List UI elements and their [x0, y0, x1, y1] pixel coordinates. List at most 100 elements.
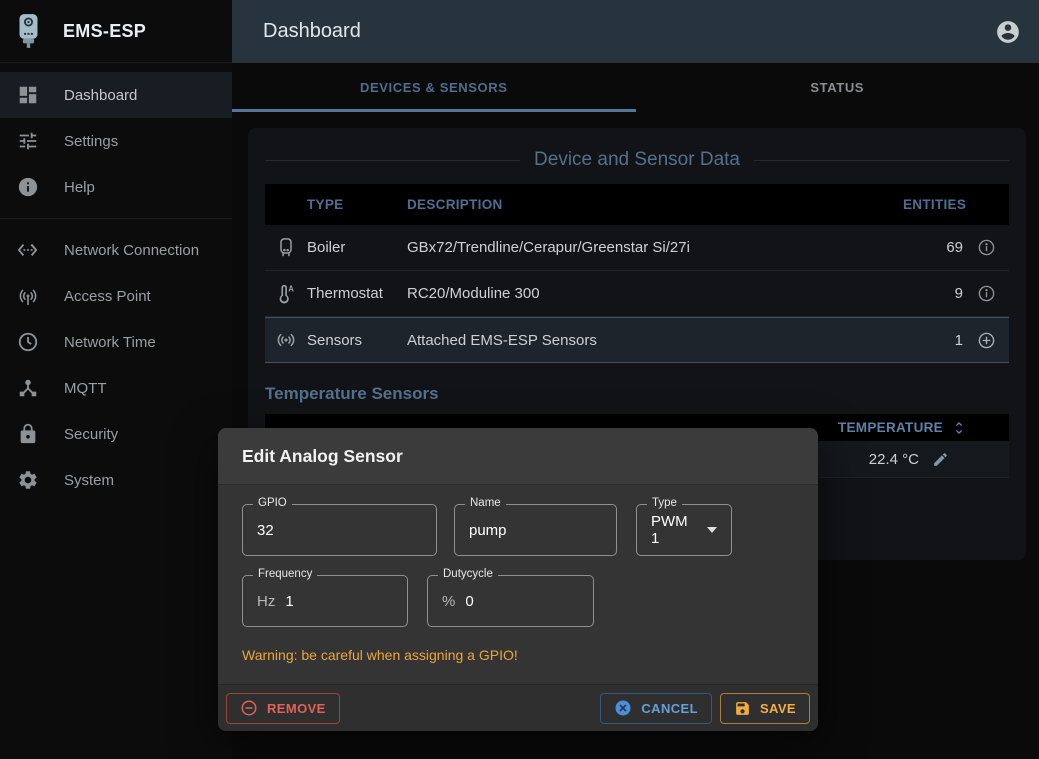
table-row-sensors[interactable]: Sensors Attached EMS-ESP Sensors 1: [265, 317, 1009, 363]
temperature-sensors-title: Temperature Sensors: [265, 384, 1009, 404]
remove-button-label: REMOVE: [267, 701, 326, 716]
device-type: Sensors: [307, 332, 407, 349]
sidebar-item-system[interactable]: System: [0, 457, 232, 503]
sidebar-item-label: Network Connection: [64, 242, 199, 259]
frequency-unit-prefix: Hz: [257, 593, 275, 610]
section-title: Device and Sensor Data: [534, 149, 740, 171]
table-row-boiler[interactable]: Boiler GBx72/Trendline/Cerapur/Greenstar…: [265, 225, 1009, 271]
sidebar-item-label: Settings: [64, 133, 118, 150]
sidebar-item-network-time[interactable]: Network Time: [0, 319, 232, 365]
tab-label: DEVICES & SENSORS: [360, 80, 507, 95]
col-description-header: DESCRIPTION: [407, 197, 903, 212]
frequency-field-label: Frequency: [253, 568, 317, 580]
wifi-tethering-icon: [16, 284, 40, 308]
boiler-logo-icon: [15, 13, 42, 49]
sidebar-item-dashboard[interactable]: Dashboard: [0, 72, 232, 118]
sidebar: EMS-ESP Dashboard Settings Help Networ: [0, 0, 232, 759]
sidebar-item-network-connection[interactable]: Network Connection: [0, 227, 232, 273]
info-circle-icon[interactable]: [963, 284, 1009, 303]
remove-button[interactable]: REMOVE: [226, 693, 340, 724]
col-entities-header: ENTITIES: [903, 197, 963, 212]
tab-bar: DEVICES & SENSORS STATUS: [232, 63, 1039, 112]
pencil-icon[interactable]: [932, 451, 949, 468]
tune-icon: [16, 129, 40, 153]
sidebar-item-security[interactable]: Security: [0, 411, 232, 457]
field-row: GPIO 32 Name pump Type PWM 1: [242, 504, 794, 556]
device-table-header: TYPE DESCRIPTION ENTITIES: [265, 184, 1009, 225]
gpio-field[interactable]: GPIO 32: [242, 504, 437, 556]
dialog-header: Edit Analog Sensor: [218, 428, 818, 485]
type-select-value: PWM 1: [651, 513, 694, 547]
device-type: Thermostat: [307, 285, 407, 302]
gpio-field-value: 32: [257, 522, 274, 539]
unfold-more-icon[interactable]: [951, 420, 967, 436]
water-heater-icon: [265, 237, 307, 259]
name-field-label: Name: [465, 497, 506, 509]
device-entities: 1: [903, 332, 963, 349]
sidebar-item-label: Access Point: [64, 288, 151, 305]
sidebar-item-label: System: [64, 472, 114, 489]
dialog-body: GPIO 32 Name pump Type PWM 1 Frequency H…: [218, 485, 818, 684]
gpio-field-label: GPIO: [253, 497, 292, 509]
sidebar-item-mqtt[interactable]: MQTT: [0, 365, 232, 411]
cancel-button[interactable]: CANCEL: [600, 693, 712, 724]
save-button[interactable]: SAVE: [720, 693, 810, 724]
device-description: Attached EMS-ESP Sensors: [407, 332, 903, 349]
device-type: Boiler: [307, 239, 407, 256]
sidebar-item-help[interactable]: Help: [0, 164, 232, 210]
sidebar-item-label: Security: [64, 426, 118, 443]
sidebar-item-settings[interactable]: Settings: [0, 118, 232, 164]
info-icon: [16, 175, 40, 199]
name-field-value: pump: [469, 522, 507, 539]
save-floppy-icon: [734, 700, 751, 717]
dialog-footer: REMOVE CANCEL SAVE: [218, 684, 818, 731]
tab-devices-sensors[interactable]: DEVICES & SENSORS: [232, 63, 636, 112]
cancel-circle-icon: [614, 699, 632, 717]
cancel-button-label: CANCEL: [641, 701, 698, 716]
device-entities: 69: [903, 239, 963, 256]
frequency-field[interactable]: Frequency Hz 1: [242, 575, 408, 627]
svg-text:A: A: [288, 284, 294, 293]
page-title: Dashboard: [263, 20, 361, 43]
device-table: TYPE DESCRIPTION ENTITIES Boiler GBx72/T…: [265, 184, 1009, 363]
gear-icon: [16, 468, 40, 492]
type-select[interactable]: Type PWM 1: [636, 504, 732, 556]
type-select-label: Type: [647, 497, 682, 509]
tab-status[interactable]: STATUS: [636, 63, 1039, 112]
clock-icon: [16, 330, 40, 354]
device-description: RC20/Moduline 300: [407, 285, 903, 302]
device-description: GBx72/Trendline/Cerapur/Greenstar Si/27i: [407, 239, 903, 256]
ethernet-icon: [16, 238, 40, 262]
info-circle-icon[interactable]: [963, 238, 1009, 257]
dutycycle-unit-prefix: %: [442, 593, 455, 610]
add-circle-icon[interactable]: [963, 331, 1009, 350]
dashboard-icon: [16, 83, 40, 107]
edit-analog-sensor-dialog: Edit Analog Sensor GPIO 32 Name pump Typ…: [218, 428, 818, 731]
sidebar-item-label: Dashboard: [64, 87, 137, 104]
dutycycle-field-label: Dutycycle: [438, 568, 498, 580]
table-row-thermostat[interactable]: A Thermostat RC20/Moduline 300 9: [265, 271, 1009, 317]
tab-label: STATUS: [810, 80, 864, 95]
sidebar-menu: Dashboard Settings Help Network Connecti…: [0, 63, 232, 503]
sidebar-item-label: Network Time: [64, 334, 156, 351]
chevron-down-icon: [707, 527, 717, 533]
temperature-value: 22.4 °C: [869, 451, 919, 468]
remove-circle-icon: [240, 699, 258, 717]
frequency-field-value: 1: [285, 593, 293, 610]
gpio-warning-text: Warning: be careful when assigning a GPI…: [242, 647, 794, 663]
sidebar-item-label: Help: [64, 179, 95, 196]
dutycycle-field[interactable]: Dutycycle % 0: [427, 575, 594, 627]
sidebar-item-access-point[interactable]: Access Point: [0, 273, 232, 319]
name-field[interactable]: Name pump: [454, 504, 617, 556]
section-header: Device and Sensor Data: [248, 128, 1026, 171]
account-circle-icon[interactable]: [995, 19, 1021, 45]
col-type-header: TYPE: [307, 197, 407, 212]
sensors-icon: [265, 329, 307, 351]
col-temperature-header[interactable]: TEMPERATURE: [838, 420, 943, 435]
dialog-title: Edit Analog Sensor: [242, 446, 403, 467]
save-button-label: SAVE: [760, 701, 796, 716]
device-hub-icon: [16, 376, 40, 400]
topbar: Dashboard: [232, 0, 1039, 63]
lock-icon: [16, 422, 40, 446]
divider: [265, 160, 520, 161]
